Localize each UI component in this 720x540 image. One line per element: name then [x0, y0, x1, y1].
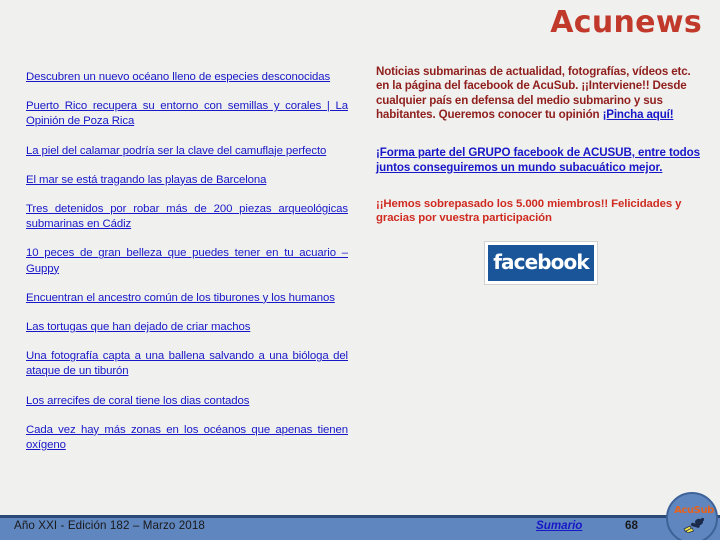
facebook-label: facebook	[493, 249, 589, 274]
page-title: Acunews	[550, 5, 702, 40]
news-link[interactable]: 10 peces de gran belleza que puedes tene…	[26, 246, 348, 276]
news-link[interactable]: Las tortugas que han dejado de criar mac…	[26, 320, 348, 335]
members-milestone-text: ¡¡Hemos sobrepasado los 5.000 miembros!!…	[376, 197, 682, 225]
slide-canvas: Acunews Descubren un nuevo océano lleno …	[0, 0, 720, 540]
news-link[interactable]: Tres detenidos por robar más de 200 piez…	[26, 202, 348, 232]
news-link[interactable]: Encuentran el ancestro común de los tibu…	[26, 291, 348, 306]
news-link-list: Descubren un nuevo océano lleno de espec…	[26, 70, 348, 453]
footer-edition-label: Año XXI - Edición 182 – Marzo 2018	[14, 519, 205, 532]
diver-icon	[683, 517, 705, 533]
pincha-aqui-link[interactable]: ¡Pincha aquí!	[603, 108, 674, 121]
news-link[interactable]: La piel del calamar podría ser la clave …	[26, 144, 348, 159]
news-link[interactable]: Cada vez hay más zonas en los océanos qu…	[26, 423, 348, 453]
facebook-button[interactable]: facebook	[485, 241, 597, 284]
news-link[interactable]: Los arrecifes de coral tiene los dias co…	[26, 394, 348, 409]
news-link[interactable]: Una fotografía capta a una ballena salva…	[26, 349, 348, 379]
page-number: 68	[625, 519, 638, 532]
news-link[interactable]: Puerto Rico recupera su entorno con semi…	[26, 99, 348, 129]
news-link[interactable]: Descubren un nuevo océano lleno de espec…	[26, 70, 348, 85]
sidebar-promo-column: Noticias submarinas de actualidad, fotog…	[376, 65, 706, 284]
sumario-link[interactable]: Sumario	[536, 519, 582, 532]
news-link[interactable]: El mar se está tragando las playas de Ba…	[26, 173, 348, 188]
acusub-logo[interactable]: AcuSub	[662, 492, 718, 540]
acusub-logo-wordmark: AcuSub	[674, 505, 714, 516]
facebook-badge-wrap: facebook	[376, 241, 706, 284]
intro-paragraph: Noticias submarinas de actualidad, fotog…	[376, 65, 706, 123]
facebook-group-link[interactable]: ¡Forma parte del GRUPO facebook de ACUSU…	[376, 145, 706, 175]
